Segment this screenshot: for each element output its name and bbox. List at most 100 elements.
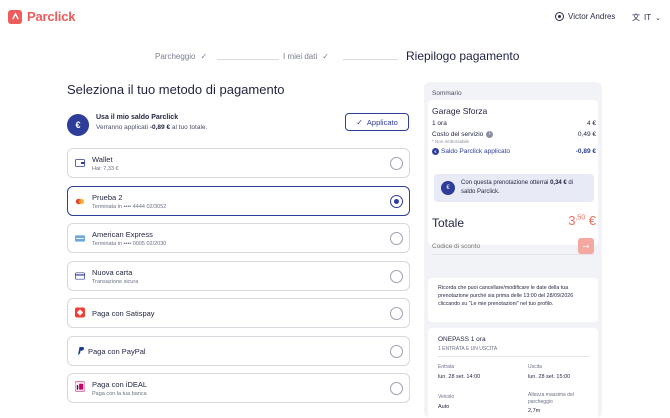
info-icon[interactable]: i bbox=[486, 131, 494, 138]
satispay-icon bbox=[75, 307, 85, 317]
step-label: I miei dati bbox=[283, 52, 318, 61]
row-value: 0,49 € bbox=[577, 131, 596, 138]
total-cents: ,50 bbox=[575, 214, 586, 222]
summary-row-saldo: € Saldo Parclick applicato -0,89 € bbox=[432, 148, 596, 155]
brand-name: Parclick bbox=[27, 9, 76, 24]
promo-amount: 0,34 € bbox=[550, 180, 567, 186]
uscita-value: lun. 28 set. 15:00 bbox=[528, 374, 571, 380]
promo-banner: € Con questa prenotazione otterrai 0,34 … bbox=[434, 174, 594, 202]
pass-subtitle: 1 ENTRATA E UN USCITA bbox=[438, 346, 498, 352]
user-name: Victor Andres bbox=[568, 12, 616, 21]
altezza-label: Altezza massima del parcheggio bbox=[528, 392, 574, 405]
parclick-credit-icon: € bbox=[432, 148, 439, 155]
mastercard-icon bbox=[75, 197, 85, 205]
method-radio[interactable] bbox=[390, 307, 403, 320]
translate-icon: 文 bbox=[632, 13, 640, 22]
entrata-value: lun. 28 set. 14:00 bbox=[438, 374, 481, 380]
order-summary-panel: Sommario Garage Sforza 1 ora 4 € Costo d… bbox=[424, 82, 602, 418]
discount-code-row: → bbox=[432, 237, 594, 255]
payment-method-nuova-carta[interactable]: Nuova carta Transazione sicura bbox=[67, 261, 410, 291]
method-sub: Hai: 7,33 € bbox=[92, 166, 119, 172]
payment-method-wallet[interactable]: Wallet Hai: 7,33 € bbox=[67, 148, 410, 178]
payment-method-ideal[interactable]: Paga con iDEAL Paga con la tua banca bbox=[67, 373, 410, 403]
checkout-stepper: Parcheggio ✓ I miei dati ✓ Riepilogo pag… bbox=[155, 49, 525, 68]
total-currency: € bbox=[585, 213, 596, 228]
altezza-value: 2,7m bbox=[528, 408, 541, 414]
row-value: -0,89 € bbox=[575, 148, 596, 155]
applicato-label: Applicato bbox=[366, 117, 398, 127]
user-menu[interactable]: Victor Andres bbox=[555, 12, 615, 21]
total-value: 3,50 € bbox=[568, 213, 596, 228]
payment-method-satispay[interactable]: Paga con Satispay bbox=[67, 298, 410, 328]
method-radio[interactable] bbox=[390, 157, 403, 170]
method-radio[interactable] bbox=[390, 232, 403, 245]
cancellation-notice: Ricorda che puoi cancellare/modificare l… bbox=[428, 278, 598, 322]
step-connector bbox=[343, 59, 398, 60]
parclick-logo[interactable]: Parclick bbox=[8, 9, 75, 24]
method-sub: Paga con la tua banca bbox=[92, 391, 147, 397]
saldo-desc-suffix: al tuo totale. bbox=[170, 124, 208, 131]
payment-method-amex[interactable]: American Express Terminata in •••• 0005 … bbox=[67, 223, 410, 253]
saldo-parclick-row: € Usa il mio saldo Parclick Verranno app… bbox=[67, 112, 410, 142]
divider bbox=[438, 356, 590, 357]
veicolo-value: Auto bbox=[438, 404, 450, 410]
method-name: Paga con PayPal bbox=[88, 347, 146, 356]
saldo-amount: -0,89 € bbox=[149, 124, 171, 131]
method-sub: Terminata in •••• 4444 02/3052 bbox=[92, 204, 167, 210]
amex-icon bbox=[75, 234, 85, 242]
step-miei-dati[interactable]: I miei dati ✓ bbox=[283, 52, 329, 61]
method-name: Nuova carta bbox=[92, 268, 133, 277]
wallet-icon bbox=[75, 159, 85, 167]
method-sub: Transazione sicura bbox=[92, 279, 139, 285]
method-name: American Express bbox=[92, 230, 153, 239]
card-icon bbox=[75, 272, 85, 280]
row-subnote: * Non rimborsabile bbox=[432, 139, 470, 145]
parclick-logo-icon bbox=[8, 9, 22, 24]
row-value: 4 € bbox=[586, 120, 596, 127]
veicolo-label: Veicolo bbox=[438, 394, 455, 400]
arrow-right-icon: → bbox=[582, 241, 590, 251]
row-label: Costo del servizio bbox=[432, 131, 484, 139]
applicato-button[interactable]: ✓ Applicato bbox=[345, 113, 409, 131]
method-name: Paga con iDEAL bbox=[92, 380, 148, 389]
summary-label: Sommario bbox=[432, 90, 462, 97]
language-selector[interactable]: 文 IT ⌄ bbox=[632, 12, 661, 23]
method-name: Prueba 2 bbox=[92, 193, 123, 202]
pass-details-card: ONEPASS 1 ora 1 ENTRATA E UN USCITA Entr… bbox=[428, 328, 598, 418]
uscita-label: Uscita bbox=[528, 364, 542, 370]
step-label: Parcheggio bbox=[155, 52, 196, 61]
saldo-desc-prefix: Verranno applicati bbox=[96, 124, 150, 131]
method-radio[interactable] bbox=[390, 382, 403, 395]
promo-prefix: Con questa prenotazione otterrai bbox=[461, 180, 551, 186]
entrata-label: Entrata bbox=[438, 364, 455, 370]
row-label: 1 ora bbox=[432, 120, 447, 127]
ideal-icon bbox=[75, 380, 85, 392]
saldo-title: Usa il mio saldo Parclick bbox=[96, 114, 179, 121]
method-sub: Terminata in •••• 0005 02/2030 bbox=[92, 241, 167, 247]
total-label: Totale bbox=[432, 216, 465, 230]
payment-method-paypal[interactable]: Paga con PayPal bbox=[67, 336, 410, 366]
chevron-down-icon: ⌄ bbox=[655, 14, 661, 22]
saldo-description: Verranno applicati -0,89 € al tuo totale… bbox=[96, 124, 207, 131]
step-parcheggio[interactable]: Parcheggio ✓ bbox=[155, 52, 207, 61]
method-radio[interactable] bbox=[390, 195, 403, 208]
discount-code-input[interactable] bbox=[432, 239, 572, 253]
user-icon bbox=[555, 12, 564, 21]
step-riepilogo: Riepilogo pagamento bbox=[406, 49, 519, 63]
paypal-icon bbox=[75, 347, 85, 355]
row-label: Saldo Parclick applicato bbox=[441, 148, 511, 156]
check-icon: ✓ bbox=[200, 52, 208, 61]
method-radio[interactable] bbox=[390, 270, 403, 283]
method-name: Paga con Satispay bbox=[92, 309, 155, 318]
payment-method-prueba-2[interactable]: Prueba 2 Terminata in •••• 4444 02/3052 bbox=[67, 186, 410, 216]
step-connector bbox=[217, 59, 279, 60]
method-radio[interactable] bbox=[390, 345, 403, 358]
garage-name: Garage Sforza bbox=[432, 106, 488, 116]
method-name: Wallet bbox=[92, 155, 113, 164]
apply-discount-button[interactable]: → bbox=[578, 238, 594, 254]
step-label: Riepilogo pagamento bbox=[406, 49, 520, 63]
parclick-credit-icon: € bbox=[67, 114, 89, 136]
top-header: Parclick Victor Andres 文 IT ⌄ bbox=[0, 0, 670, 34]
summary-row-duration: 1 ora 4 € bbox=[432, 120, 596, 127]
promo-text: Con questa prenotazione otterrai 0,34 € … bbox=[461, 179, 589, 196]
